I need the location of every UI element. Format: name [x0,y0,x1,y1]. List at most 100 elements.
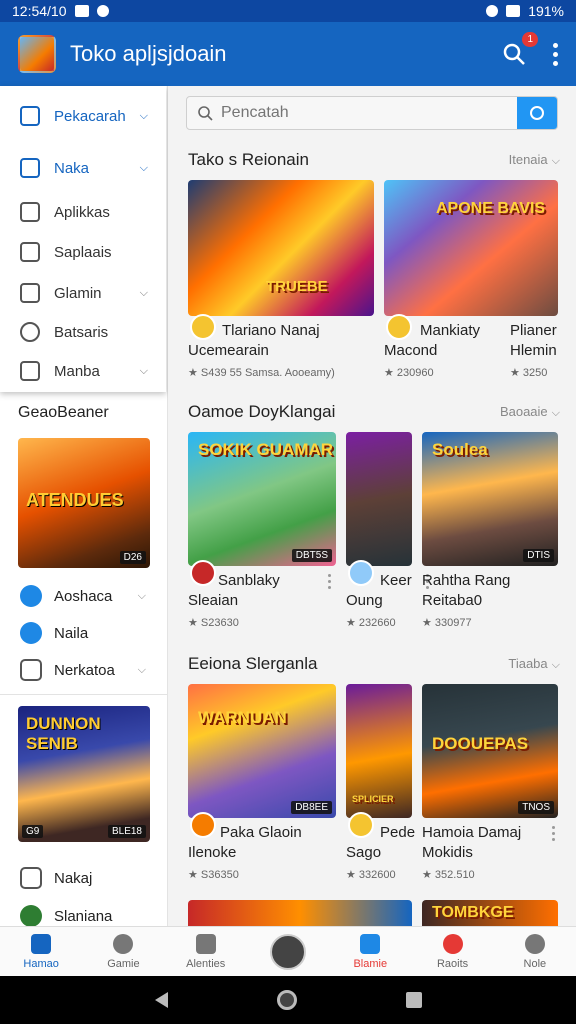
left-list-label: Nakaj [54,869,93,887]
search-submit-button[interactable] [517,97,557,129]
left-list-item-0[interactable]: Aoshaca ⌵ [20,582,160,610]
game-name: Sanblaky [218,572,280,589]
game-meta: ★ 352.510 [422,869,475,881]
left-list-label: Naila [54,624,89,642]
menu-item-4[interactable]: Glamin ⌵ [0,273,166,313]
left-section-title: GeaoBeaner [18,404,109,421]
menu-item-label: Aplikkas [54,203,110,221]
menu-item-6[interactable]: Manba ⌵ [0,351,166,391]
chevron-down-icon: ⌵ [551,155,560,167]
game-meta: ★ S23630 [188,617,239,629]
menu-item-3[interactable]: Saplaais [0,232,166,272]
section-more-link[interactable]: Tiaaba ⌵ [508,656,560,672]
search-input[interactable] [221,104,511,122]
game-thumbnail: Soulea DTIS [422,432,558,566]
art-title: TOMBKGE [432,904,514,921]
menu-item-label: Glamin [54,284,102,302]
game-subtitle: Oung [346,592,383,609]
menu-item-5[interactable]: Batsaris [0,312,166,352]
game-thumbnail: TRUEBE [188,180,374,316]
menu-item-1[interactable]: Naka ⌵ [0,148,166,188]
notification-badge: 1 [522,32,538,47]
triangle-icon [195,933,216,954]
left-list-label: Nerkatoa [54,661,115,679]
nav-home[interactable]: Hamao [0,927,82,976]
art-title: WARNUAN [198,708,287,727]
featured-game-1[interactable]: ATENDUES D26 [18,438,150,568]
nav-label: Alenties [186,957,226,970]
featured-game-2[interactable]: DUNNON SENIB G9 BLE18 [18,706,150,842]
bag-icon [20,867,42,889]
art-title: SPLICIER [352,794,394,804]
chat-icon [20,322,40,342]
game-meta: ★ 3250 [510,367,548,379]
clock: 12:54/10 [12,3,67,19]
chevron-down-icon: ⌵ [551,659,560,671]
game-subtitle: Ilenoke [188,844,237,861]
nav-profile[interactable]: Nole [494,927,576,976]
left-list-item-1[interactable]: Naila [20,619,160,647]
back-button[interactable] [154,992,168,1008]
game-name: Pede [380,824,416,841]
game-thumbnail [346,432,412,566]
app-icon [348,560,374,586]
game-meta: ★ 332600 [346,869,396,881]
menu-item-label: Saplaais [54,243,112,261]
section-more-link[interactable]: Itenaia ⌵ [509,152,560,168]
section-4: TOMBKGE [168,898,576,926]
game-thumbnail: SOKIK GUAMAR DBT5S [188,432,336,566]
person-icon [113,933,134,954]
featured-tag: D26 [119,551,146,564]
section-more-label: Tiaaba [508,656,548,671]
menu-item-0[interactable]: Pekacarah ⌵ [0,96,166,136]
apps-icon [360,933,381,954]
menu-item-label: Naka [54,159,90,177]
search-button[interactable]: 1 [502,32,538,66]
left-list-item-3[interactable]: Nakaj [20,864,160,892]
left-list-item-2[interactable]: Nerkatoa ⌵ [20,656,160,684]
nav-fab[interactable] [247,927,329,976]
art-title: APONE BAVIS [436,200,546,217]
game-name: Hamoia Damaj [422,824,522,841]
main-content: Tako s Reionain Itenaia⌵ TRUEBE Tlariano… [168,86,576,926]
nav-label: Nole [523,957,547,970]
recents-button[interactable] [405,992,422,1008]
game-subtitle: Hlemin [510,342,557,359]
menu-item-2[interactable]: Aplikkas [0,192,166,232]
section-title: Oamoe DoyKlangai [188,402,336,421]
game-subtitle: Sleaian [188,592,239,609]
nav-apps[interactable]: Blamie [329,927,411,976]
folder-icon [20,202,40,222]
alarm-icon [486,5,499,17]
star-icon [20,622,42,644]
side-panel: Pekacarah ⌵ Naka ⌵ Aplikkas Saplaais Glami… [0,86,168,927]
featured-tag: BLE18 [107,825,146,838]
dropdown-menu: Pekacarah ⌵ Naka ⌵ Aplikkas Saplaais Glami… [0,86,166,392]
art-title: SOKIK GUAMAR [198,440,334,459]
status-bar: 12:54/10 191% [0,0,576,22]
game-subtitle: Ucemearain [188,342,269,359]
game-thumbnail: APONE BAVIS [384,180,558,316]
section-1: Tako s Reionain Itenaia ⌵ TRUEBE Tlariano… [168,148,576,388]
app-box-icon [20,242,40,262]
game-meta: ★ 232660 [346,617,396,629]
leaf-icon [20,905,42,927]
home-button[interactable] [276,990,297,1010]
nav-label: Raoits [436,957,469,970]
more-options-button[interactable] [552,42,558,66]
nav-alerts[interactable]: Alenties [165,927,247,976]
overflow-menu-button[interactable] [328,574,332,589]
section-more-link[interactable]: Baoaaie ⌵ [500,404,560,420]
nav-reports[interactable]: Raoits [411,927,493,976]
section-2: Oamoe DoyKlangai Baoaaie ⌵ SOKIK GUAMAR DB… [168,400,576,640]
chevron-down-icon: ⌵ [139,286,148,299]
section-more-label: Baoaaie [499,404,548,419]
nav-games[interactable]: Gamie [82,927,164,976]
search-bar[interactable] [186,96,558,130]
search-circle-icon [530,106,544,120]
art-title: TRUEBE [266,278,328,295]
art-title: Soulea [432,440,488,459]
featured-title: ATENDUES [26,490,124,510]
overflow-menu-button[interactable] [552,826,556,841]
home-icon [20,106,40,126]
